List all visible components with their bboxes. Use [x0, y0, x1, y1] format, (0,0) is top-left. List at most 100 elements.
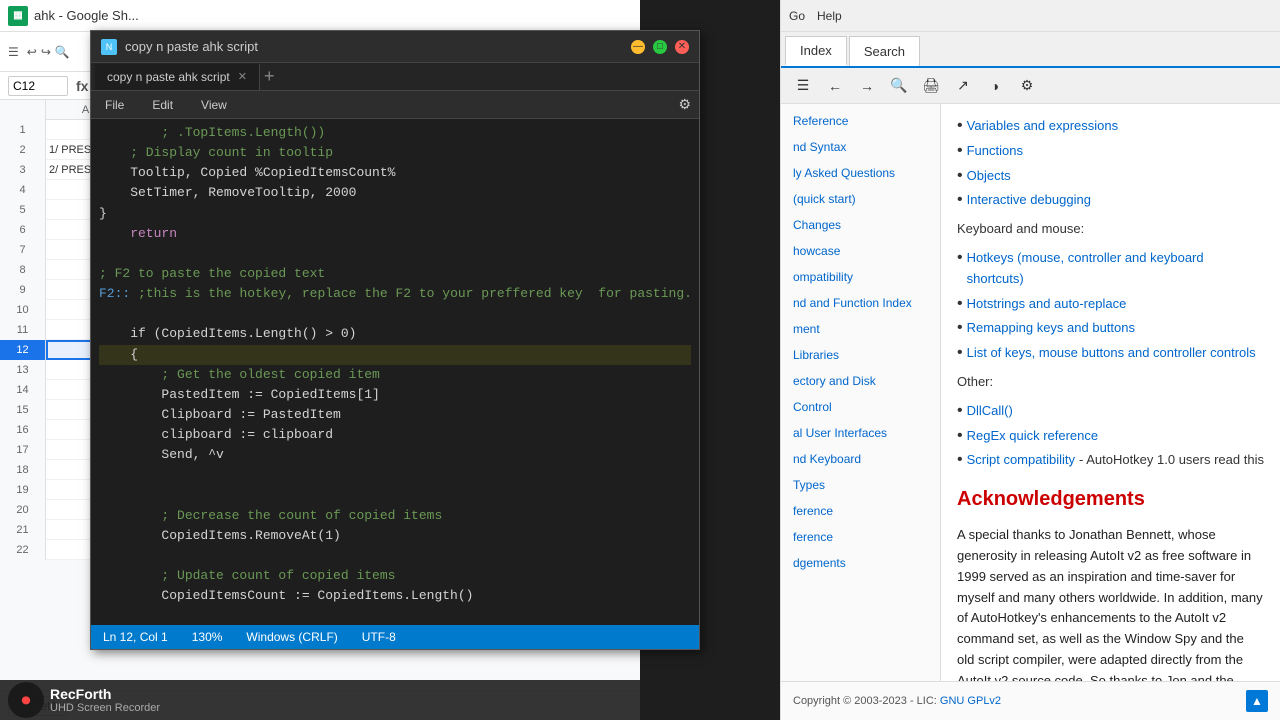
keyboard-section-title: Keyboard and mouse:: [957, 219, 1264, 240]
taskbar: ⏺ RecForth UHD Screen Recorder: [0, 680, 640, 720]
link-variables[interactable]: Variables and expressions: [967, 116, 1119, 137]
notepad-app-icon: N: [101, 39, 117, 55]
notepad-tab-active[interactable]: copy n paste ahk script ✕: [95, 64, 260, 90]
tab-close-icon[interactable]: ✕: [238, 70, 247, 83]
help-sidebar: Reference nd Syntax ly Asked Questions (…: [781, 104, 941, 681]
sidebar-item-reference[interactable]: Reference: [781, 108, 940, 134]
code-line: Send, ^v: [99, 445, 691, 465]
link-objects[interactable]: Objects: [967, 166, 1011, 187]
notepad-window-title: copy n paste ahk script: [125, 39, 258, 54]
help-footer: Copyright © 2003-2023 - LIC: GNU GPLv2 ▲: [781, 681, 1280, 720]
compat-suffix: - AutoHotkey 1.0 users read this: [1079, 450, 1264, 471]
scroll-top-btn[interactable]: ▲: [1246, 690, 1268, 712]
notepad-tabbar: copy n paste ahk script ✕ +: [91, 63, 699, 91]
sidebar-item-directorydisk[interactable]: ectory and Disk: [781, 368, 940, 394]
help-toolbar: ☰ ← → 🔍 🖨 ↗ ◑ ⚙: [781, 68, 1280, 104]
back-btn[interactable]: ←: [821, 73, 849, 99]
sidebar-item-dgements[interactable]: dgements: [781, 550, 940, 576]
ack-heading: Acknowledgements: [957, 483, 1264, 515]
sidebar-item-quickstart[interactable]: (quick start): [781, 186, 940, 212]
link-hotkeys[interactable]: Hotkeys (mouse, controller and keyboard …: [967, 248, 1264, 290]
file-menu[interactable]: File: [99, 96, 130, 114]
menu-btn[interactable]: ☰: [789, 73, 817, 99]
contrast-btn[interactable]: ◑: [981, 73, 1009, 99]
status-encoding: Windows (CRLF): [246, 630, 337, 644]
help-topbar: Go Help: [781, 0, 1280, 32]
code-line: [99, 244, 691, 264]
print-btn[interactable]: 🖨: [917, 73, 945, 99]
sidebar-item-control[interactable]: Control: [781, 394, 940, 420]
maximize-btn[interactable]: □: [653, 40, 667, 54]
add-tab-btn[interactable]: +: [264, 66, 275, 87]
help-tabs: Index Search: [781, 32, 1280, 68]
top-links: • Variables and expressions • Functions …: [957, 116, 1264, 211]
code-line: CopiedItems.RemoveAt(1): [99, 526, 691, 546]
link-keylist[interactable]: List of keys, mouse buttons and controll…: [967, 343, 1256, 364]
recorder-info: RecForth UHD Screen Recorder: [50, 686, 160, 714]
sidebar-item-gui[interactable]: al User Interfaces: [781, 420, 940, 446]
recorder-icon: ⏺: [8, 682, 44, 718]
external-btn[interactable]: ↗: [949, 73, 977, 99]
link-regex[interactable]: RegEx quick reference: [967, 426, 1099, 447]
help-main-content: • Variables and expressions • Functions …: [941, 104, 1280, 681]
code-line: ; F2 to paste the copied text: [99, 264, 691, 284]
code-line: ; Display count in tooltip: [99, 143, 691, 163]
footer-copyright: Copyright © 2003-2023 - LIC: GNU GPLv2: [793, 695, 1001, 707]
tab-label: copy n paste ahk script: [107, 70, 230, 84]
sidebar-item-types[interactable]: Types: [781, 472, 940, 498]
window-controls: — □ ✕: [631, 40, 689, 54]
copyright-text: Copyright © 2003-2023 - LIC:: [793, 695, 937, 707]
settings-gear-btn[interactable]: ⚙: [1013, 73, 1041, 99]
sidebar-item-keyboard[interactable]: nd Keyboard: [781, 446, 940, 472]
close-btn[interactable]: ✕: [675, 40, 689, 54]
tab-search[interactable]: Search: [849, 36, 920, 66]
recorder-name: RecForth: [50, 686, 160, 702]
code-line: F2:: ;this is the hotkey, replace the F2…: [99, 284, 691, 304]
code-editor[interactable]: ; .TopItems.Length()) ; Display count in…: [91, 119, 699, 625]
license-link[interactable]: GNU GPLv2: [940, 695, 1001, 707]
code-line: CopiedItemsCount := CopiedItems.Length(): [99, 586, 691, 606]
sheets-title: ahk - Google Sh...: [34, 8, 139, 23]
link-functions[interactable]: Functions: [967, 141, 1023, 162]
find-btn[interactable]: 🔍: [885, 73, 913, 99]
link-debugging[interactable]: Interactive debugging: [967, 190, 1091, 211]
view-menu[interactable]: View: [195, 96, 233, 114]
link-compat[interactable]: Script compatibility: [967, 450, 1075, 471]
sheets-icon: ▦: [8, 6, 28, 26]
cell-reference[interactable]: C12: [8, 76, 68, 96]
sidebar-item-ment[interactable]: ment: [781, 316, 940, 342]
minimize-btn[interactable]: —: [631, 40, 645, 54]
code-line: ; .TopItems.Length()): [99, 123, 691, 143]
link-remapping[interactable]: Remapping keys and buttons: [967, 318, 1135, 339]
code-line: if (CopiedItems.Length() > 0): [99, 324, 691, 344]
sidebar-item-changes[interactable]: Changes: [781, 212, 940, 238]
code-line: return: [99, 224, 691, 244]
help-go-label[interactable]: Go: [789, 9, 805, 23]
help-help-label[interactable]: Help: [817, 9, 842, 23]
sidebar-item-ref1[interactable]: ference: [781, 498, 940, 524]
code-line: clipboard := clipboard: [99, 425, 691, 445]
edit-menu[interactable]: Edit: [146, 96, 179, 114]
code-line: [99, 606, 691, 625]
sidebar-item-compat[interactable]: ompatibility: [781, 264, 940, 290]
tab-index[interactable]: Index: [785, 36, 847, 66]
forward-btn[interactable]: →: [853, 73, 881, 99]
code-line: Tooltip, Copied %CopiedItemsCount%: [99, 163, 691, 183]
code-line: [99, 546, 691, 566]
code-line-highlight: {: [99, 345, 691, 365]
link-hotstrings[interactable]: Hotstrings and auto-replace: [967, 294, 1127, 315]
sidebar-item-faq[interactable]: ly Asked Questions: [781, 160, 940, 186]
code-line: }: [99, 204, 691, 224]
sidebar-item-ref2[interactable]: ference: [781, 524, 940, 550]
notepad-window: N copy n paste ahk script — □ ✕ copy n p…: [90, 30, 700, 650]
sidebar-item-funcindex[interactable]: nd and Function Index: [781, 290, 940, 316]
status-position: Ln 12, Col 1: [103, 630, 168, 644]
status-zoom: 130%: [192, 630, 223, 644]
link-dllcall[interactable]: DllCall(): [967, 401, 1013, 422]
settings-btn[interactable]: ⚙: [678, 96, 691, 113]
sidebar-item-showcase[interactable]: howcase: [781, 238, 940, 264]
code-line: [99, 304, 691, 324]
sidebar-item-libraries[interactable]: Libraries: [781, 342, 940, 368]
sidebar-item-syntax[interactable]: nd Syntax: [781, 134, 940, 160]
code-line: ; Get the oldest copied item: [99, 365, 691, 385]
